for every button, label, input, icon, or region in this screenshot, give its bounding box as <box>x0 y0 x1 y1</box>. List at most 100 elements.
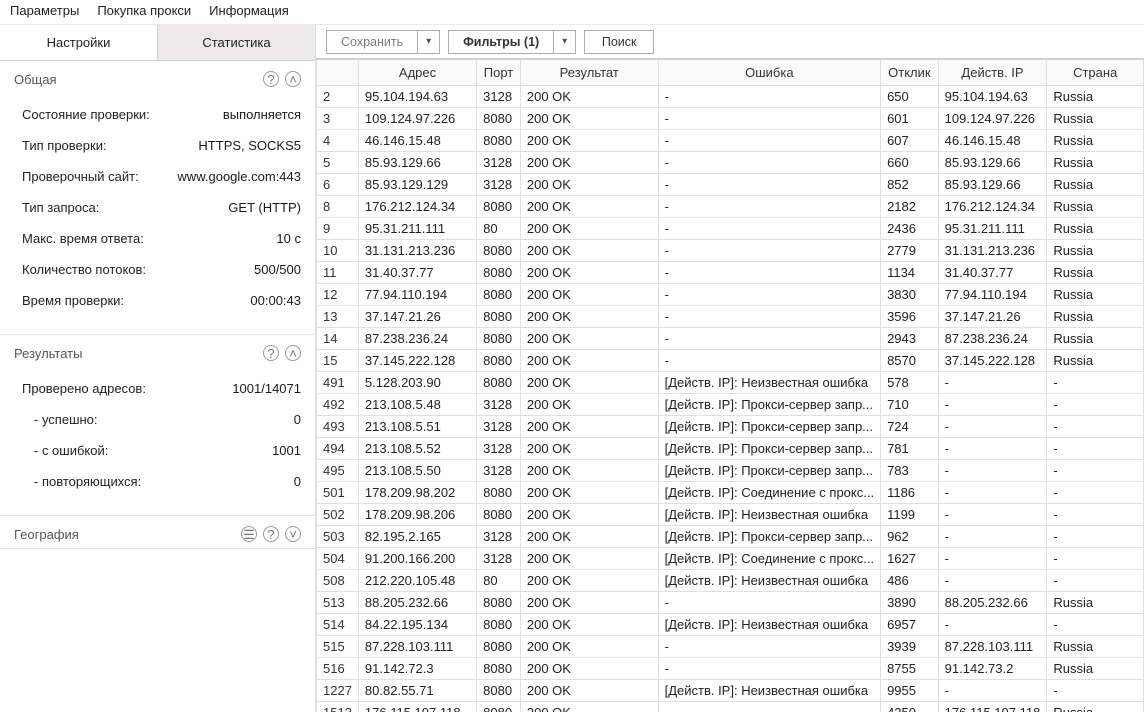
table-row[interactable]: 51484.22.195.1348080200 OK[Действ. IP]: … <box>317 614 1144 636</box>
table-row[interactable]: 1513176.115.197.1188080200 OK-4250176.11… <box>317 702 1144 712</box>
help-icon[interactable]: ? <box>263 345 279 361</box>
cell-error: - <box>658 306 881 328</box>
cell-result: 200 OK <box>520 570 658 592</box>
table-row[interactable]: 685.93.129.1293128200 OK-85285.93.129.66… <box>317 174 1144 196</box>
search-button[interactable]: Поиск <box>584 30 654 54</box>
menu-parameters[interactable]: Параметры <box>10 3 79 18</box>
panel-geo-title: География <box>14 527 79 542</box>
filters-button[interactable]: Фильтры (1) <box>448 30 554 54</box>
col-real-ip[interactable]: Действ. IP <box>938 60 1047 86</box>
menu-buy-proxy[interactable]: Покупка прокси <box>97 3 191 18</box>
help-icon[interactable]: ? <box>263 71 279 87</box>
table-row[interactable]: 995.31.211.11180200 OK-243695.31.211.111… <box>317 218 1144 240</box>
table-row[interactable]: 50382.195.2.1653128200 OK[Действ. IP]: П… <box>317 526 1144 548</box>
cell-port: 8080 <box>477 658 521 680</box>
table-row[interactable]: 1031.131.213.2368080200 OK-277931.131.21… <box>317 240 1144 262</box>
table-row[interactable]: 51587.228.103.1118080200 OK-393987.228.1… <box>317 636 1144 658</box>
cell-port: 8080 <box>477 614 521 636</box>
table-row[interactable]: 295.104.194.633128200 OK-65095.104.194.6… <box>317 86 1144 108</box>
cell-port: 8080 <box>477 350 521 372</box>
cell-result: 200 OK <box>520 350 658 372</box>
table-row[interactable]: 492213.108.5.483128200 OK[Действ. IP]: П… <box>317 394 1144 416</box>
col-error[interactable]: Ошибка <box>658 60 881 86</box>
tab-statistics[interactable]: Статистика <box>158 25 315 60</box>
results-table[interactable]: Адрес Порт Результат Ошибка Отклик Дейст… <box>316 59 1144 712</box>
cell-error: - <box>658 350 881 372</box>
cell-country: Russia <box>1047 328 1144 350</box>
cell-index: 13 <box>317 306 359 328</box>
cell-result: 200 OK <box>520 614 658 636</box>
cell-real-ip: 176.115.197.118 <box>938 702 1047 712</box>
collapse-icon[interactable]: ˄ <box>285 345 301 361</box>
table-row[interactable]: 1487.238.236.248080200 OK-294387.238.236… <box>317 328 1144 350</box>
list-icon[interactable]: ☰ <box>241 526 257 542</box>
col-index[interactable] <box>317 60 359 86</box>
table-row[interactable]: 1277.94.110.1948080200 OK-383077.94.110.… <box>317 284 1144 306</box>
help-icon[interactable]: ? <box>263 526 279 542</box>
table-row[interactable]: 8176.212.124.348080200 OK-2182176.212.12… <box>317 196 1144 218</box>
cell-result: 200 OK <box>520 284 658 306</box>
cell-error: - <box>658 284 881 306</box>
cell-result: 200 OK <box>520 306 658 328</box>
kv-row: Время проверки:00:00:43 <box>22 285 301 316</box>
cell-index: 515 <box>317 636 359 658</box>
table-row[interactable]: 508212.220.105.4880200 OK[Действ. IP]: Н… <box>317 570 1144 592</box>
cell-real-ip: - <box>938 416 1047 438</box>
tab-settings[interactable]: Настройки <box>0 25 158 60</box>
table-row[interactable]: 3109.124.97.2268080200 OK-601109.124.97.… <box>317 108 1144 130</box>
cell-country: Russia <box>1047 196 1144 218</box>
cell-result: 200 OK <box>520 636 658 658</box>
cell-address: 84.22.195.134 <box>358 614 476 636</box>
table-row[interactable]: 4915.128.203.908080200 OK[Действ. IP]: Н… <box>317 372 1144 394</box>
kv-key: Состояние проверки: <box>22 107 150 122</box>
col-port[interactable]: Порт <box>477 60 521 86</box>
expand-icon[interactable]: ˅ <box>285 526 301 542</box>
cell-real-ip: - <box>938 526 1047 548</box>
table-row[interactable]: 494213.108.5.523128200 OK[Действ. IP]: П… <box>317 438 1144 460</box>
collapse-icon[interactable]: ˄ <box>285 71 301 87</box>
table-row[interactable]: 1537.145.222.1288080200 OK-857037.145.22… <box>317 350 1144 372</box>
cell-response: 852 <box>881 174 939 196</box>
col-response[interactable]: Отклик <box>881 60 939 86</box>
cell-country: Russia <box>1047 152 1144 174</box>
table-row[interactable]: 495213.108.5.503128200 OK[Действ. IP]: П… <box>317 460 1144 482</box>
table-row[interactable]: 1337.147.21.268080200 OK-359637.147.21.2… <box>317 306 1144 328</box>
cell-country: Russia <box>1047 174 1144 196</box>
cell-index: 508 <box>317 570 359 592</box>
filters-dropdown[interactable] <box>554 30 576 54</box>
col-address[interactable]: Адрес <box>358 60 476 86</box>
kv-value: 0 <box>294 474 301 489</box>
table-row[interactable]: 51388.205.232.668080200 OK-389088.205.23… <box>317 592 1144 614</box>
col-country[interactable]: Страна <box>1047 60 1144 86</box>
cell-address: 37.147.21.26 <box>358 306 476 328</box>
save-dropdown[interactable] <box>418 30 440 54</box>
cell-country: - <box>1047 504 1144 526</box>
table-row[interactable]: 1131.40.37.778080200 OK-113431.40.37.77R… <box>317 262 1144 284</box>
cell-real-ip: 109.124.97.226 <box>938 108 1047 130</box>
menu-info[interactable]: Информация <box>209 3 289 18</box>
table-row[interactable]: 446.146.15.488080200 OK-60746.146.15.48R… <box>317 130 1144 152</box>
cell-result: 200 OK <box>520 482 658 504</box>
cell-real-ip: 95.31.211.111 <box>938 218 1047 240</box>
cell-country: - <box>1047 680 1144 702</box>
cell-real-ip: 46.146.15.48 <box>938 130 1047 152</box>
cell-index: 4 <box>317 130 359 152</box>
table-row[interactable]: 122780.82.55.718080200 OK[Действ. IP]: Н… <box>317 680 1144 702</box>
cell-result: 200 OK <box>520 86 658 108</box>
table-row[interactable]: 50491.200.166.2003128200 OK[Действ. IP]:… <box>317 548 1144 570</box>
table-row[interactable]: 502178.209.98.2068080200 OK[Действ. IP]:… <box>317 504 1144 526</box>
cell-error: [Действ. IP]: Неизвестная ошибка <box>658 570 881 592</box>
cell-error: - <box>658 108 881 130</box>
save-button[interactable]: Сохранить <box>326 30 418 54</box>
col-result[interactable]: Результат <box>520 60 658 86</box>
table-row[interactable]: 493213.108.5.513128200 OK[Действ. IP]: П… <box>317 416 1144 438</box>
cell-address: 178.209.98.202 <box>358 482 476 504</box>
cell-error: - <box>658 262 881 284</box>
table-row[interactable]: 51691.142.72.38080200 OK-875591.142.73.2… <box>317 658 1144 680</box>
kv-key: - с ошибкой: <box>34 443 108 458</box>
cell-address: 31.131.213.236 <box>358 240 476 262</box>
table-row[interactable]: 501178.209.98.2028080200 OK[Действ. IP]:… <box>317 482 1144 504</box>
panel-geography: География ☰ ? ˅ <box>0 516 315 549</box>
table-row[interactable]: 585.93.129.663128200 OK-66085.93.129.66R… <box>317 152 1144 174</box>
cell-country: - <box>1047 460 1144 482</box>
